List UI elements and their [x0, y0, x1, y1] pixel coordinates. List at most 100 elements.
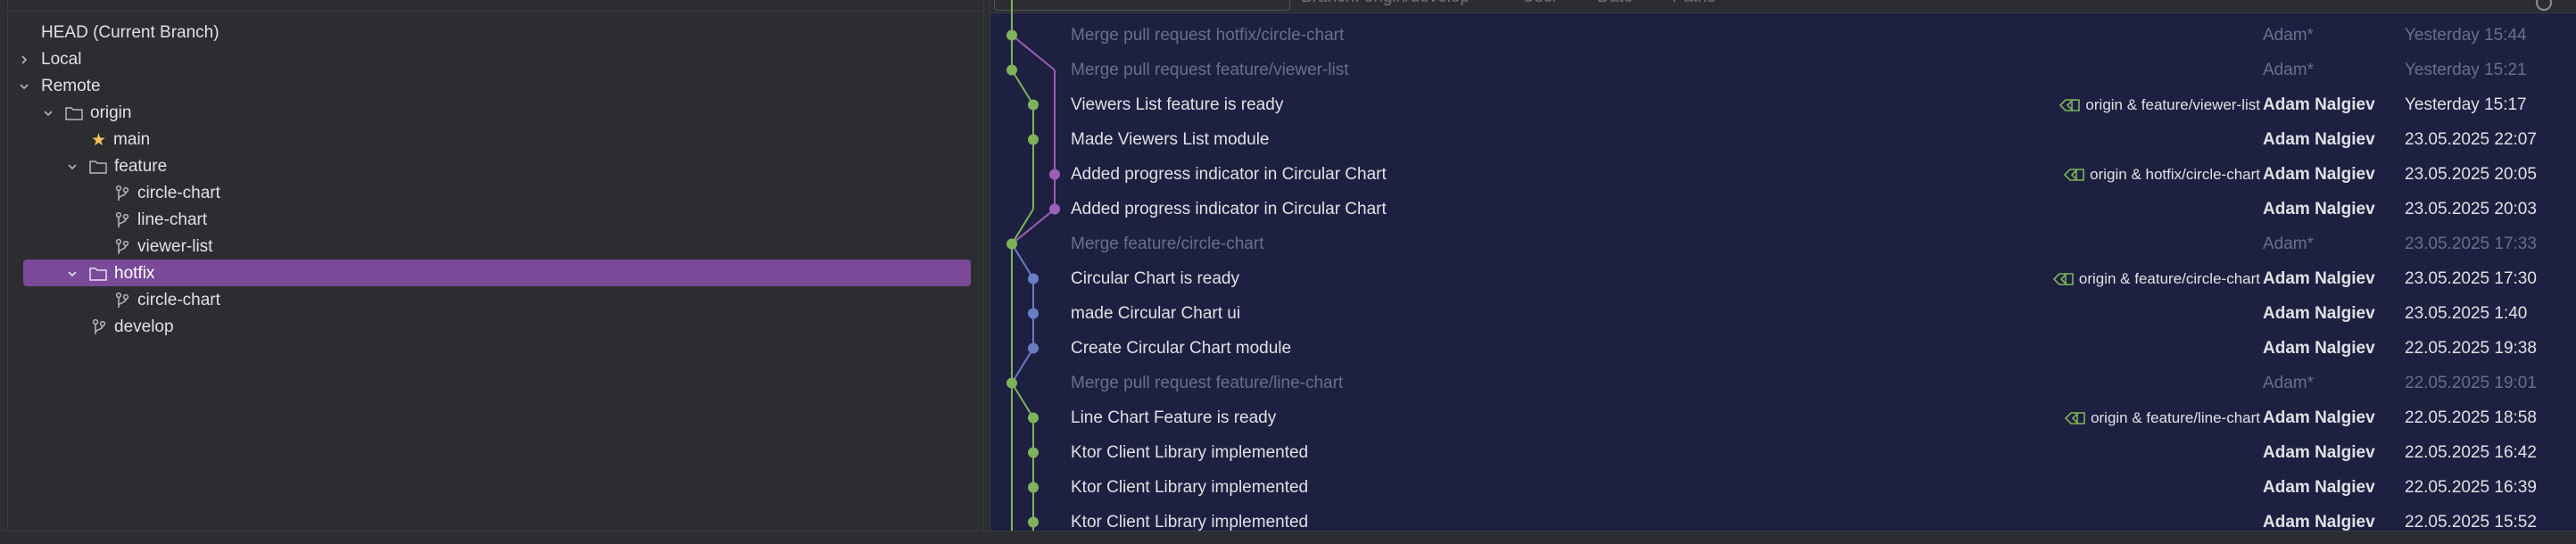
commit-row[interactable]: Line Chart Feature is ready origin & feat… [990, 400, 2576, 435]
commit-log-panel: Branch: origin/develop User Date Paths M… [990, 0, 2576, 531]
commit-row[interactable]: Added progress indicator in Circular Cha… [990, 157, 2576, 192]
tree-item-hotfix[interactable]: hotfix [66, 260, 154, 287]
branch-filter-dropdown[interactable]: Branch: origin/develop [1301, 0, 1470, 7]
commit-message: Merge pull request feature/viewer-list [1071, 61, 1349, 79]
chevron-down-icon[interactable] [66, 161, 79, 173]
commit-row[interactable]: made Circular Chart ui Adam Nalgiev 23.05.… [990, 296, 2576, 331]
log-toolbar: Branch: origin/develop User Date Paths [990, 0, 2576, 13]
tree-item-label: viewer-list [137, 237, 213, 256]
paths-filter-dropdown[interactable]: Paths [1672, 0, 1716, 7]
tag-icon [2059, 98, 2081, 111]
commit-author: Adam* [2263, 26, 2315, 45]
commit-row[interactable]: Merge pull request feature/line-chart Ada… [990, 366, 2576, 400]
tag-icon [2052, 272, 2074, 285]
tree-item-label: origin [90, 103, 132, 122]
star-icon: ★ [91, 130, 107, 150]
commit-row[interactable]: Create Circular Chart module Adam Nalgiev… [990, 331, 2576, 366]
tree-item-origin[interactable]: origin [42, 100, 131, 127]
commit-row[interactable]: Viewers List feature is ready origin & fe… [990, 87, 2576, 122]
commit-message: Merge pull request hotfix/circle-chart [1071, 26, 1345, 45]
commit-date: 22.05.2025 19:38 [2405, 339, 2537, 358]
commit-date: 23.05.2025 1:40 [2405, 304, 2528, 323]
panel-splitter[interactable] [983, 0, 990, 531]
tree-item-hotfix-circle-chart[interactable]: circle-chart [114, 287, 220, 314]
tree-item-label: main [113, 130, 151, 149]
commit-refs-label: origin & hotfix/circle-chart [2090, 166, 2260, 183]
tree-item-feature[interactable]: feature [66, 153, 167, 180]
tree-item-remote[interactable]: Remote [18, 73, 101, 100]
tag-icon [2064, 168, 2084, 181]
branch-icon [115, 292, 129, 308]
folder-icon [89, 161, 107, 174]
commit-message: Merge pull request feature/line-chart [1071, 374, 1344, 392]
commit-date: 22.05.2025 16:39 [2405, 478, 2537, 497]
commit-message: Made Viewers List module [1071, 130, 1270, 149]
left-tool-strip [0, 0, 8, 543]
commit-date: 22.05.2025 16:42 [2405, 443, 2537, 462]
commit-message: Circular Chart is ready [1071, 269, 1239, 288]
commit-author: Adam Nalgiev [2263, 165, 2375, 184]
tree-item-develop[interactable]: develop [91, 314, 174, 341]
commit-message: Added progress indicator in Circular Cha… [1071, 165, 1387, 184]
commit-date: 22.05.2025 18:58 [2405, 408, 2537, 427]
commit-author: Adam Nalgiev [2263, 200, 2375, 218]
tree-item-feature-circle-chart[interactable]: circle-chart [114, 180, 220, 207]
commit-message: Merge feature/circle-chart [1071, 235, 1264, 253]
tree-item-feature-viewer-list[interactable]: viewer-list [114, 234, 212, 260]
commit-date: 22.05.2025 19:01 [2405, 374, 2537, 392]
chevron-down-icon[interactable] [66, 268, 79, 280]
chevron-down-icon[interactable] [42, 107, 54, 120]
commit-author: Adam Nalgiev [2263, 478, 2375, 497]
commit-row[interactable]: Merge pull request feature/viewer-list Ad… [990, 53, 2576, 87]
chevron-right-icon[interactable] [18, 54, 30, 66]
commit-author: Adam Nalgiev [2263, 269, 2375, 288]
tree-item-feature-line-chart[interactable]: line-chart [114, 207, 207, 234]
commit-date: Yesterday 15:21 [2405, 61, 2527, 79]
commit-author: Adam Nalgiev [2263, 339, 2375, 358]
commit-message: Added progress indicator in Circular Cha… [1071, 200, 1387, 218]
commit-row[interactable]: Ktor Client Library implemented Adam Nalg… [990, 505, 2576, 531]
folder-icon [89, 268, 107, 281]
status-bar [0, 531, 2576, 544]
commit-row[interactable]: Merge pull request hotfix/circle-chart Ad… [990, 18, 2576, 53]
commit-author: Adam Nalgiev [2263, 443, 2375, 462]
tree-item-head[interactable]: HEAD (Current Branch) [41, 20, 219, 46]
refresh-icon[interactable] [2536, 0, 2552, 11]
branch-icon [115, 238, 129, 254]
commit-message: Ktor Client Library implemented [1071, 478, 1309, 497]
folder-icon [65, 107, 83, 120]
branch-icon [92, 318, 106, 334]
tree-item-label: line-chart [137, 210, 208, 229]
commit-row[interactable]: Ktor Client Library implemented Adam Nalg… [990, 470, 2576, 505]
commit-message: Create Circular Chart module [1071, 339, 1292, 358]
tag-icon [2064, 411, 2085, 424]
commit-refs[interactable]: origin & feature/viewer-list [2058, 87, 2260, 122]
commit-refs-label: origin & feature/circle-chart [2078, 270, 2260, 287]
commit-refs[interactable]: origin & feature/line-chart [2064, 400, 2260, 435]
commit-date: 23.05.2025 17:33 [2405, 235, 2537, 253]
commit-refs[interactable]: origin & hotfix/circle-chart [2063, 157, 2260, 192]
commit-row[interactable]: Added progress indicator in Circular Cha… [990, 192, 2576, 227]
user-filter-dropdown[interactable]: User [1522, 0, 1558, 7]
commit-date: 22.05.2025 15:52 [2405, 513, 2537, 531]
commit-message: Viewers List feature is ready [1071, 95, 1284, 114]
commit-row[interactable]: Circular Chart is ready origin & feature/… [990, 261, 2576, 296]
commit-date: 23.05.2025 22:07 [2405, 130, 2537, 149]
commit-date: Yesterday 15:44 [2405, 26, 2527, 45]
branch-icon [115, 211, 129, 227]
commit-refs-label: origin & feature/line-chart [2091, 409, 2260, 426]
commit-row[interactable]: Merge feature/circle-chart Adam* 23.05.202… [990, 227, 2576, 261]
commit-author: Adam Nalgiev [2263, 95, 2375, 114]
chevron-down-icon[interactable] [18, 80, 30, 93]
tree-item-label: develop [114, 317, 174, 336]
commit-row[interactable]: Made Viewers List module Adam Nalgiev 23.0… [990, 122, 2576, 157]
commit-date: 23.05.2025 17:30 [2405, 269, 2537, 288]
tree-item-main[interactable]: ★ main [91, 127, 150, 153]
commit-author: Adam Nalgiev [2263, 130, 2375, 149]
tree-item-label: hotfix [114, 264, 155, 283]
date-filter-dropdown[interactable]: Date [1597, 0, 1633, 7]
tree-item-local[interactable]: Local [18, 46, 81, 73]
commit-refs[interactable]: origin & feature/circle-chart [2052, 261, 2260, 296]
commit-date: 23.05.2025 20:05 [2405, 165, 2537, 184]
commit-row[interactable]: Ktor Client Library implemented Adam Nalg… [990, 435, 2576, 470]
